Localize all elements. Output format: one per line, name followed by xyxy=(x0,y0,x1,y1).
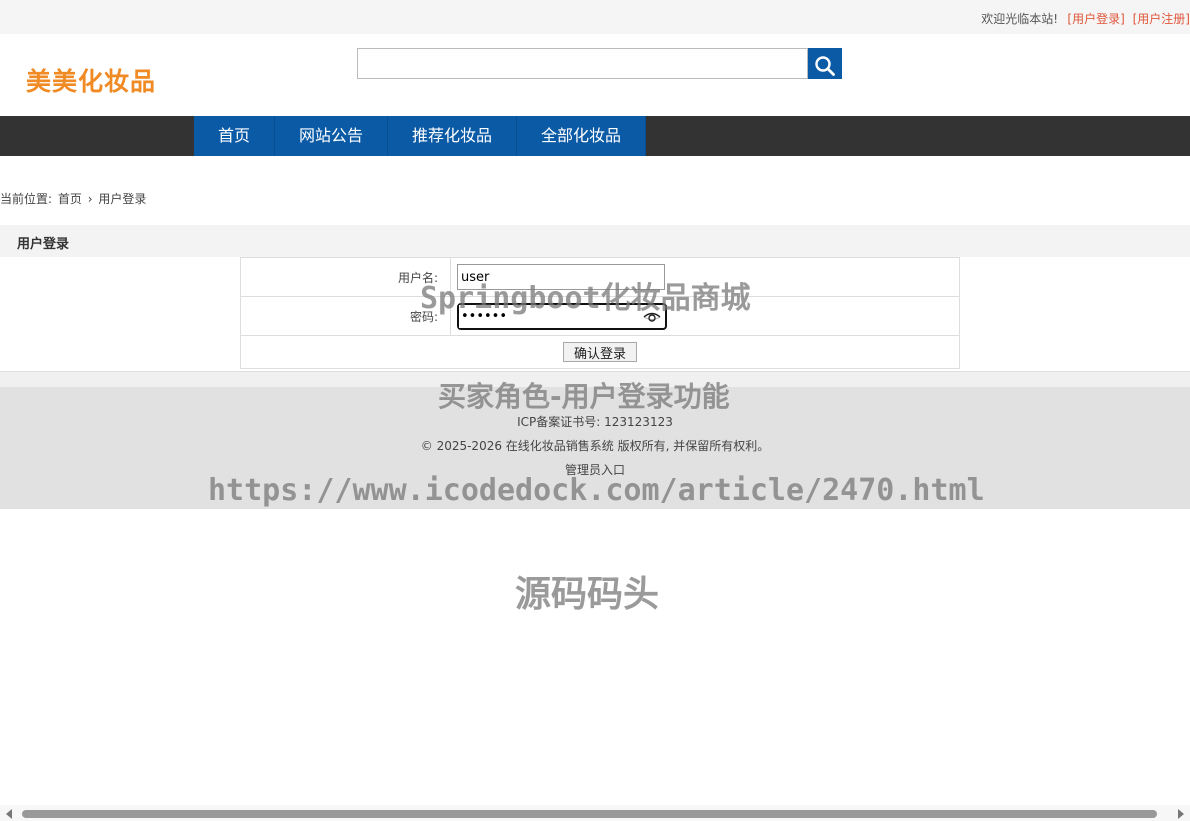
watermark-feature: 买家角色-用户登录功能 xyxy=(438,380,730,413)
register-link[interactable]: [用户注册] xyxy=(1133,12,1190,26)
watermark-url: https://www.icodedock.com/article/2470.h… xyxy=(208,473,985,508)
nav-item-recommended[interactable]: 推荐化妆品 xyxy=(388,116,518,156)
search-bar xyxy=(357,48,842,79)
password-label: 密码: xyxy=(240,296,451,336)
top-bar: 欢迎光临本站! [用户登录] [用户注册] xyxy=(0,0,1190,34)
site-logo[interactable]: 美美化妆品 xyxy=(26,62,156,98)
scroll-left-arrow-icon[interactable] xyxy=(6,809,12,819)
panel-title: 用户登录 xyxy=(17,237,70,252)
nav-item-all-products[interactable]: 全部化妆品 xyxy=(517,116,647,156)
login-submit-button[interactable]: 确认登录 xyxy=(562,342,637,362)
breadcrumb-current: 用户登录 xyxy=(98,192,147,206)
scrollbar-thumb[interactable] xyxy=(22,810,1157,818)
search-button[interactable] xyxy=(808,48,842,79)
panel-header: 用户登录 xyxy=(0,225,1190,257)
search-input[interactable] xyxy=(357,48,808,79)
breadcrumb-prefix: 当前位置: xyxy=(0,192,53,206)
breadcrumb-home[interactable]: 首页 xyxy=(58,192,82,206)
breadcrumb: 当前位置: 首页 › 用户登录 xyxy=(0,190,148,207)
site-header: 美美化妆品 xyxy=(0,34,1190,116)
login-link[interactable]: [用户登录] xyxy=(1067,12,1124,26)
nav-item-home[interactable]: 首页 xyxy=(194,116,276,156)
icp-text: ICP备案证书号: 123123123 xyxy=(517,415,673,429)
breadcrumb-separator: › xyxy=(87,192,93,206)
welcome-text: 欢迎光临本站! xyxy=(981,12,1058,26)
horizontal-scrollbar[interactable] xyxy=(0,805,1190,821)
username-label: 用户名: xyxy=(240,257,451,297)
scroll-right-arrow-icon[interactable] xyxy=(1178,809,1184,819)
search-icon xyxy=(815,55,835,76)
copyright-text: © 2025-2026 在线化妆品销售系统 版权所有, 并保留所有权利。 xyxy=(420,439,770,453)
watermark-title: Springboot化妆品商城 xyxy=(420,281,751,316)
main-nav: 首页 网站公告 推荐化妆品 全部化妆品 xyxy=(0,116,1190,156)
watermark-brand: 源码码头 xyxy=(515,574,660,615)
account-links: [用户登录] [用户注册] xyxy=(1063,10,1190,27)
nav-item-announcements[interactable]: 网站公告 xyxy=(275,116,389,156)
